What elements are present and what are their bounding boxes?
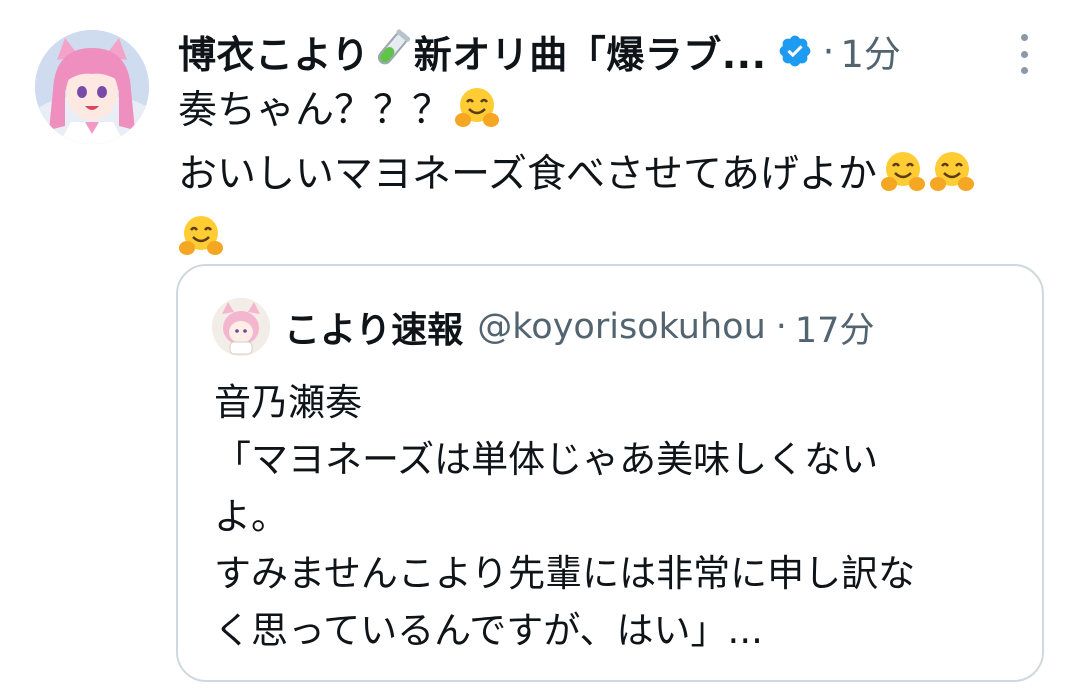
- tweet-text-line-2: おいしいマヨネーズ食べさせてあげよか: [178, 152, 877, 197]
- tweet-time[interactable]: 1分: [840, 24, 901, 78]
- quoted-author-handle[interactable]: @koyorisokuhou: [477, 307, 765, 347]
- quoted-tweet-card[interactable]: こより速報 @koyorisokuhou · 17分 音乃瀬奏 「マヨネーズは単…: [176, 264, 1044, 682]
- quoted-text-line: 音乃瀬奏: [214, 381, 362, 424]
- more-vertical-icon[interactable]: [1010, 34, 1038, 74]
- quoted-tweet-time[interactable]: 17分: [795, 302, 875, 353]
- tweet-separator: ·: [822, 29, 835, 73]
- verified-badge-icon: [777, 33, 813, 69]
- quoted-tweet-text: 音乃瀬奏 「マヨネーズは単体じゃあ美味しくない よ。 すみませんこより先輩には非…: [214, 374, 1024, 659]
- test-tube-icon: [372, 28, 412, 74]
- tweet-text: 奏ちゃん？？？ おいしいマヨネーズ食べさせてあげよか: [178, 82, 1038, 274]
- hugging-face-emoji-icon: [880, 148, 926, 210]
- quoted-tweet-separator: ·: [775, 307, 787, 347]
- hugging-face-emoji-icon: [454, 84, 500, 146]
- quoted-author-name[interactable]: こより速報: [284, 301, 463, 353]
- quoted-text-line: よ。: [214, 495, 288, 538]
- author-name[interactable]: 博衣こより: [178, 24, 370, 79]
- tweet-text-line-1: 奏ちゃん？？？: [178, 88, 452, 133]
- author-avatar[interactable]: [35, 30, 149, 144]
- tweet-header: 博衣こより 新オリ曲「爆ラブ... · 1分: [178, 22, 1008, 80]
- author-name-suffix[interactable]: 新オリ曲「爆ラブ...: [414, 24, 767, 79]
- hugging-face-emoji-icon: [929, 148, 975, 210]
- quoted-author-avatar[interactable]: [212, 298, 270, 356]
- quoted-text-line: く思っているんですが、はい」...: [214, 609, 763, 652]
- quoted-text-line: すみませんこより先輩には非常に申し訳な: [214, 552, 916, 595]
- quoted-tweet-header: こより速報 @koyorisokuhou · 17分: [212, 296, 874, 358]
- quoted-text-line: 「マヨネーズは単体じゃあ美味しくない: [214, 438, 879, 481]
